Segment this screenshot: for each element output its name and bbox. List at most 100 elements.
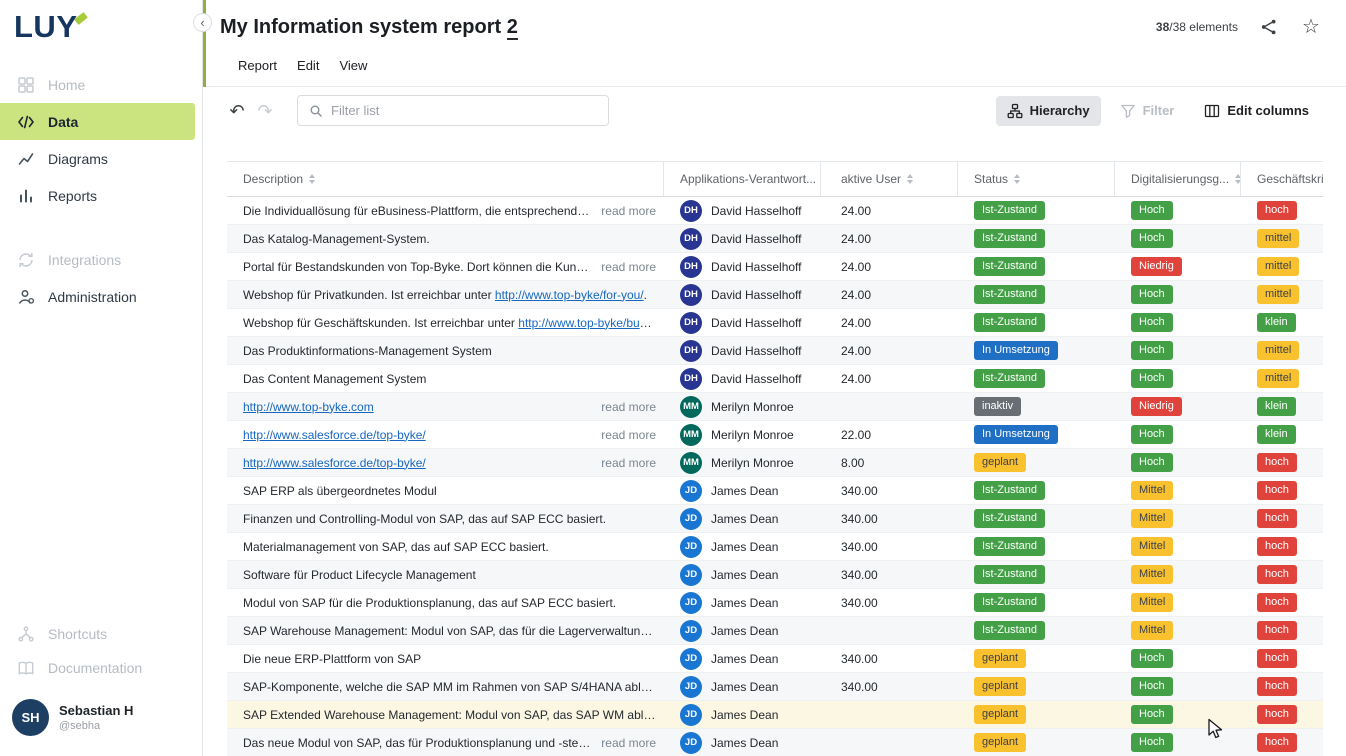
table-row[interactable]: SAP Extended Warehouse Management: Modul…: [227, 701, 1323, 729]
status-badge: hoch: [1257, 453, 1297, 471]
status-badge: Ist-Zustand: [974, 565, 1045, 583]
menu-view[interactable]: View: [329, 55, 377, 76]
favorite-button[interactable]: ☆: [1300, 16, 1322, 38]
owner-name: James Dean: [711, 540, 778, 554]
luy-logo[interactable]: LUY: [14, 10, 78, 44]
column-header-status[interactable]: Status: [958, 162, 1115, 196]
menu-bar: Report Edit View: [220, 44, 1322, 86]
table-row[interactable]: SAP Warehouse Management: Modul von SAP,…: [227, 617, 1323, 645]
description-cell: Software für Product Lifecycle Managemen…: [227, 561, 664, 588]
owner-name: James Dean: [711, 652, 778, 666]
active-user-cell: [821, 729, 958, 756]
description-cell: Webshop für Privatkunden. Ist erreichbar…: [227, 281, 664, 308]
table-row[interactable]: Die neue ERP-Plattform von SAPJDJames De…: [227, 645, 1323, 673]
table-row[interactable]: http://www.salesforce.de/top-byke/read m…: [227, 421, 1323, 449]
bar-chart-icon: [17, 187, 35, 205]
status-badge: hoch: [1257, 677, 1297, 695]
criticality-cell: hoch: [1241, 729, 1323, 756]
owner-name: David Hasselhoff: [711, 316, 802, 330]
user-avatar: SH: [12, 699, 49, 736]
sidebar-collapse-button[interactable]: ‹: [193, 13, 212, 32]
description-link[interactable]: http://www.top-byke/for-you/: [495, 288, 644, 302]
menu-edit[interactable]: Edit: [287, 55, 329, 76]
status-badge: klein: [1257, 313, 1296, 331]
status-badge: hoch: [1257, 537, 1297, 555]
owner-cell: MMMerilyn Monroe: [664, 421, 821, 448]
digitalization-cell: Mittel: [1115, 589, 1241, 616]
read-more-link[interactable]: read more: [601, 736, 656, 750]
digitalization-cell: Niedrig: [1115, 253, 1241, 280]
status-badge: Ist-Zustand: [974, 201, 1045, 219]
table-row[interactable]: Software für Product Lifecycle Managemen…: [227, 561, 1323, 589]
read-more-link[interactable]: read more: [601, 428, 656, 442]
sidebar-item-data[interactable]: Data: [0, 103, 195, 140]
table-row[interactable]: Das Content Management SystemDHDavid Has…: [227, 365, 1323, 393]
read-more-link[interactable]: read more: [601, 456, 656, 470]
criticality-cell: klein: [1241, 309, 1323, 336]
description-cell: http://www.salesforce.de/top-byke/read m…: [227, 449, 664, 476]
column-header-criticality[interactable]: Geschäftskritik...: [1241, 162, 1323, 196]
table-row[interactable]: Modul von SAP für die Produktionsplanung…: [227, 589, 1323, 617]
column-header-description[interactable]: Description: [227, 162, 664, 196]
sidebar-item-shortcuts[interactable]: Shortcuts: [0, 617, 202, 651]
filter-funnel-icon: [1120, 103, 1136, 119]
table-row[interactable]: Webshop für Privatkunden. Ist erreichbar…: [227, 281, 1323, 309]
sidebar-item-documentation[interactable]: Documentation: [0, 651, 202, 685]
table-row[interactable]: SAP ERP als übergeordnetes ModulJDJames …: [227, 477, 1323, 505]
status-badge: Niedrig: [1131, 257, 1182, 275]
read-more-link[interactable]: read more: [601, 260, 656, 274]
sidebar-item-home[interactable]: Home: [0, 66, 202, 103]
undo-button[interactable]: ↶: [223, 97, 251, 125]
page-title[interactable]: My Information system report 2: [220, 16, 518, 39]
column-header-digitalization[interactable]: Digitalisierungsg...: [1115, 162, 1241, 196]
table-row[interactable]: Webshop für Geschäftskunden. Ist erreich…: [227, 309, 1323, 337]
edit-columns-button[interactable]: Edit columns: [1193, 96, 1320, 126]
table-row[interactable]: Portal für Bestandskunden von Top-Byke. …: [227, 253, 1323, 281]
page-header: My Information system report 2 38/38 ele…: [203, 0, 1346, 87]
read-more-link[interactable]: read more: [601, 204, 656, 218]
table-row[interactable]: Das Katalog-Management-System.DHDavid Ha…: [227, 225, 1323, 253]
column-header-active-user[interactable]: aktive User: [821, 162, 958, 196]
status-badge: klein: [1257, 425, 1296, 443]
owner-avatar: JD: [680, 732, 702, 754]
description-link[interactable]: http://www.salesforce.de/top-byke/: [243, 456, 426, 470]
menu-report[interactable]: Report: [228, 55, 287, 76]
status-badge: hoch: [1257, 705, 1297, 723]
table-row[interactable]: SAP-Komponente, welche die SAP MM im Rah…: [227, 673, 1323, 701]
table-row[interactable]: http://www.top-byke.comread moreMMMerily…: [227, 393, 1323, 421]
owner-avatar: DH: [680, 368, 702, 390]
sidebar-item-reports[interactable]: Reports: [0, 177, 202, 214]
filter-button[interactable]: Filter: [1109, 96, 1186, 126]
table-row[interactable]: Materialmanagement von SAP, das auf SAP …: [227, 533, 1323, 561]
description-link[interactable]: http://www.salesforce.de/top-byke/: [243, 428, 426, 442]
read-more-link[interactable]: read more: [601, 400, 656, 414]
filter-list-input[interactable]: [331, 103, 598, 118]
description-link[interactable]: http://www.top-byke/business/: [518, 316, 656, 330]
share-button[interactable]: [1258, 16, 1280, 38]
status-badge: geplant: [974, 453, 1026, 471]
description-link[interactable]: http://www.top-byke.com: [243, 400, 374, 414]
status-badge: geplant: [974, 705, 1026, 723]
table-row[interactable]: Das neue Modul von SAP, das für Produkti…: [227, 729, 1323, 756]
status-badge: Ist-Zustand: [974, 229, 1045, 247]
status-badge: Ist-Zustand: [974, 257, 1045, 275]
column-header-responsible[interactable]: Applikations-Verantwort...: [664, 162, 821, 196]
sidebar-item-diagrams[interactable]: Diagrams: [0, 140, 202, 177]
user-profile[interactable]: SH Sebastian H @sebha: [0, 685, 202, 756]
table-row[interactable]: Das Produktinformations-Management Syste…: [227, 337, 1323, 365]
table-row[interactable]: Die Individuallösung für eBusiness-Platt…: [227, 197, 1323, 225]
status-badge: Hoch: [1131, 677, 1173, 695]
description-text: Webshop für Geschäftskunden. Ist erreich…: [243, 316, 656, 330]
active-user-cell: 24.00: [821, 197, 958, 224]
status-cell: Ist-Zustand: [958, 197, 1115, 224]
description-text: http://www.top-byke.com: [243, 400, 591, 414]
criticality-cell: hoch: [1241, 505, 1323, 532]
redo-button[interactable]: ↷: [251, 97, 279, 125]
table-row[interactable]: Finanzen und Controlling-Modul von SAP, …: [227, 505, 1323, 533]
sidebar-item-administration[interactable]: Administration: [0, 278, 202, 315]
sidebar-item-integrations[interactable]: Integrations: [0, 241, 202, 278]
hierarchy-button[interactable]: Hierarchy: [996, 96, 1101, 126]
filter-list-box[interactable]: [297, 95, 609, 126]
owner-avatar: JD: [680, 508, 702, 530]
table-row[interactable]: http://www.salesforce.de/top-byke/read m…: [227, 449, 1323, 477]
